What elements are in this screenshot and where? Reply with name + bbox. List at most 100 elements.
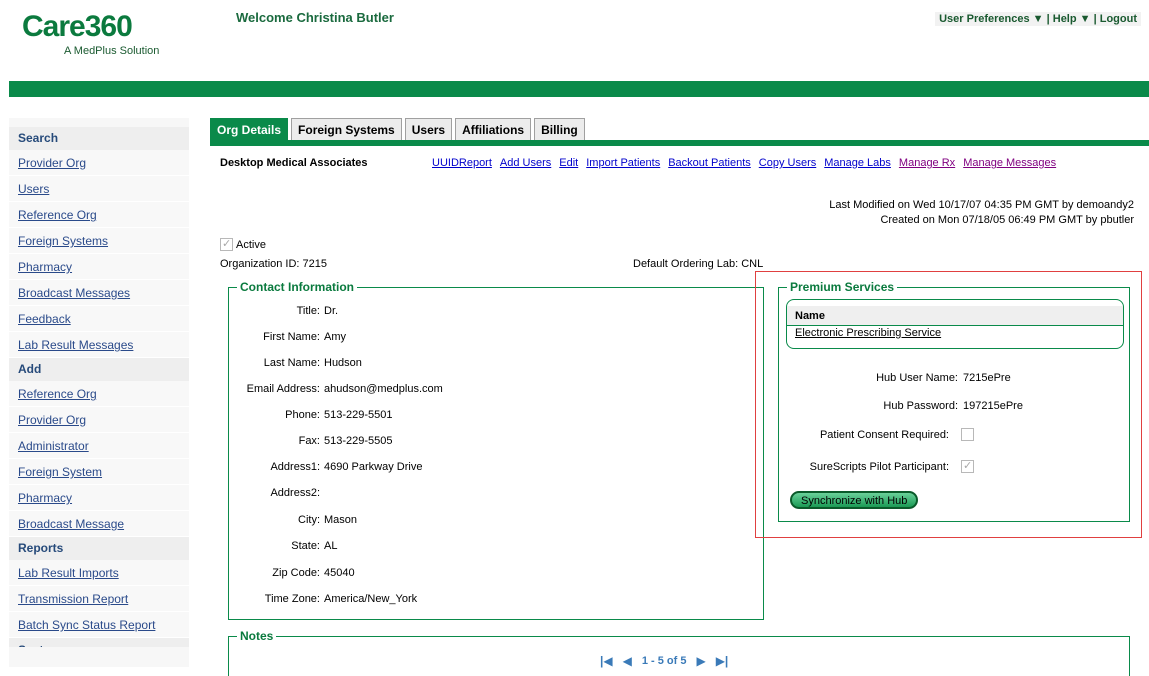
email-value: ahudson@medplus.com <box>324 383 443 395</box>
patient-consent-checkbox[interactable] <box>961 428 974 441</box>
contact-row-state: State: AL <box>229 540 529 554</box>
services-table-header: Name <box>787 306 1123 326</box>
sidebar-section-reports: Reports <box>9 537 189 560</box>
patient-consent-label: Patient Consent Required: <box>819 429 949 441</box>
pager-range: 1 - 5 of 5 <box>641 655 687 667</box>
zip-label: Zip Code: <box>272 567 320 579</box>
services-table: Name Electronic Prescribing Service <box>786 299 1124 349</box>
manage-labs-link[interactable]: Manage Labs <box>824 157 891 169</box>
backout-patients-link[interactable]: Backout Patients <box>668 157 751 169</box>
next-page-icon[interactable]: ▶ <box>696 654 705 668</box>
manage-rx-link[interactable]: Manage Rx <box>899 157 955 169</box>
sidebar-section-system: System <box>9 638 189 647</box>
import-patients-link[interactable]: Import Patients <box>586 157 660 169</box>
synchronize-with-hub-button[interactable]: Synchronize with Hub <box>790 491 919 509</box>
address1-label: Address1: <box>270 461 320 473</box>
last-modified-text: Last Modified on Wed 10/17/07 04:35 PM G… <box>829 199 1134 211</box>
contact-row-address1: Address1: 4690 Parkway Drive <box>229 461 529 475</box>
hub-user-value: 7215ePre <box>963 372 1011 384</box>
title-value: Dr. <box>324 305 339 317</box>
nav-separator: | <box>1043 13 1053 25</box>
fax-value: 513-229-5505 <box>324 435 393 447</box>
city-label: City: <box>298 514 320 526</box>
premium-services-legend: Premium Services <box>787 280 898 294</box>
first-name-value: Amy <box>324 331 346 343</box>
contact-row-last-name: Last Name: Hudson <box>229 357 529 371</box>
add-users-link[interactable]: Add Users <box>500 157 551 169</box>
surescripts-pilot-checkbox[interactable] <box>961 459 974 473</box>
copy-users-link[interactable]: Copy Users <box>759 157 816 169</box>
hub-user-label: Hub User Name: <box>876 372 958 384</box>
title-label: Title: <box>296 305 320 317</box>
brand-tagline: A MedPlus Solution <box>64 45 160 57</box>
sidebar-item-broadcast-messages[interactable]: Broadcast Messages <box>9 280 189 306</box>
email-label: Email Address: <box>246 383 320 395</box>
sidebar-item-add-administrator[interactable]: Administrator <box>9 433 189 459</box>
hub-password-label: Hub Password: <box>883 400 958 412</box>
service-row[interactable]: Electronic Prescribing Service <box>787 326 1123 340</box>
contact-row-zip: Zip Code: 45040 <box>229 567 529 581</box>
phone-value: 513-229-5501 <box>324 409 393 421</box>
sidebar-item-pharmacy[interactable]: Pharmacy <box>9 254 189 280</box>
previous-page-icon[interactable]: ◀ <box>623 654 632 668</box>
tab-org-details[interactable]: Org Details <box>210 118 289 140</box>
sidebar-item-reference-org[interactable]: Reference Org <box>9 202 189 228</box>
sidebar-item-lab-result-imports[interactable]: Lab Result Imports <box>9 560 189 586</box>
brand-name: Care360 <box>22 10 133 43</box>
tab-billing[interactable]: Billing <box>534 118 585 140</box>
last-name-label: Last Name: <box>263 357 320 369</box>
nav-separator: | <box>1090 13 1100 25</box>
edit-link[interactable]: Edit <box>559 157 578 169</box>
last-page-icon[interactable]: ▶| <box>716 654 729 668</box>
sidebar-item-transmission-report[interactable]: Transmission Report <box>9 586 189 612</box>
org-actions: UUIDReport Add Users Edit Import Patient… <box>432 157 1056 169</box>
default-ordering-lab: Default Ordering Lab: CNL <box>633 258 764 270</box>
sidebar-item-foreign-systems[interactable]: Foreign Systems <box>9 228 189 254</box>
premium-services-panel: Premium Services Name Electronic Prescri… <box>778 280 1130 522</box>
sidebar-item-users[interactable]: Users <box>9 176 189 202</box>
sidebar-item-add-pharmacy[interactable]: Pharmacy <box>9 485 189 511</box>
contact-row-email: Email Address: ahudson@medplus.com <box>229 383 529 397</box>
tab-users[interactable]: Users <box>404 118 453 140</box>
user-preferences-menu[interactable]: User Preferences ▼ <box>939 13 1043 25</box>
contact-information-panel: Contact Information Title: Dr. First Nam… <box>228 280 764 620</box>
address2-label: Address2: <box>270 487 320 499</box>
organization-id: Organization ID: 7215 <box>220 258 328 270</box>
sidebar-section-add: Add <box>9 358 189 381</box>
contact-information-legend: Contact Information <box>237 280 357 294</box>
sidebar-item-add-reference-org[interactable]: Reference Org <box>9 381 189 407</box>
active-checkbox[interactable] <box>220 237 233 251</box>
manage-messages-link[interactable]: Manage Messages <box>963 157 1056 169</box>
contact-row-title: Title: Dr. <box>229 305 529 319</box>
sidebar-item-add-foreign-system[interactable]: Foreign System <box>9 459 189 485</box>
tab-foreign-systems[interactable]: Foreign Systems <box>291 118 402 140</box>
fax-label: Fax: <box>298 435 320 447</box>
modification-info: Last Modified on Wed 10/17/07 04:35 PM G… <box>829 198 1134 228</box>
sidebar-item-add-provider-org[interactable]: Provider Org <box>9 407 189 433</box>
sidebar: Search Provider Org Users Reference Org … <box>9 118 189 667</box>
tab-bar: Org Details Foreign Systems Users Affili… <box>210 118 588 140</box>
created-text: Created on Mon 07/18/05 06:49 PM GMT by … <box>880 214 1134 226</box>
org-name: Desktop Medical Associates <box>220 157 368 169</box>
sidebar-item-lab-result-messages[interactable]: Lab Result Messages <box>9 332 189 358</box>
sidebar-section-search: Search <box>9 127 189 150</box>
sidebar-item-feedback[interactable]: Feedback <box>9 306 189 332</box>
welcome-message: Welcome Christina Butler <box>236 10 394 25</box>
notes-legend: Notes <box>237 629 277 643</box>
logout-link[interactable]: Logout <box>1100 13 1137 25</box>
time-zone-label: Time Zone: <box>264 593 320 605</box>
header-green-bar <box>9 81 1149 97</box>
sidebar-item-add-broadcast-message[interactable]: Broadcast Message <box>9 511 189 537</box>
tab-affiliations[interactable]: Affiliations <box>455 118 532 140</box>
active-row: Active <box>220 237 266 251</box>
sidebar-item-provider-org[interactable]: Provider Org <box>9 150 189 176</box>
contact-row-fax: Fax: 513-229-5505 <box>229 435 529 449</box>
time-zone-value: America/New_York <box>324 593 418 605</box>
first-page-icon[interactable]: |◀ <box>600 654 613 668</box>
sidebar-item-batch-sync-status-report[interactable]: Batch Sync Status Report <box>9 612 189 638</box>
uuid-report-link[interactable]: UUIDReport <box>432 157 492 169</box>
care360-logo: Care360 A MedPlus Solution <box>22 10 159 58</box>
address1-value: 4690 Parkway Drive <box>324 461 423 473</box>
contact-row-first-name: First Name: Amy <box>229 331 529 345</box>
help-menu[interactable]: Help ▼ <box>1053 13 1091 25</box>
